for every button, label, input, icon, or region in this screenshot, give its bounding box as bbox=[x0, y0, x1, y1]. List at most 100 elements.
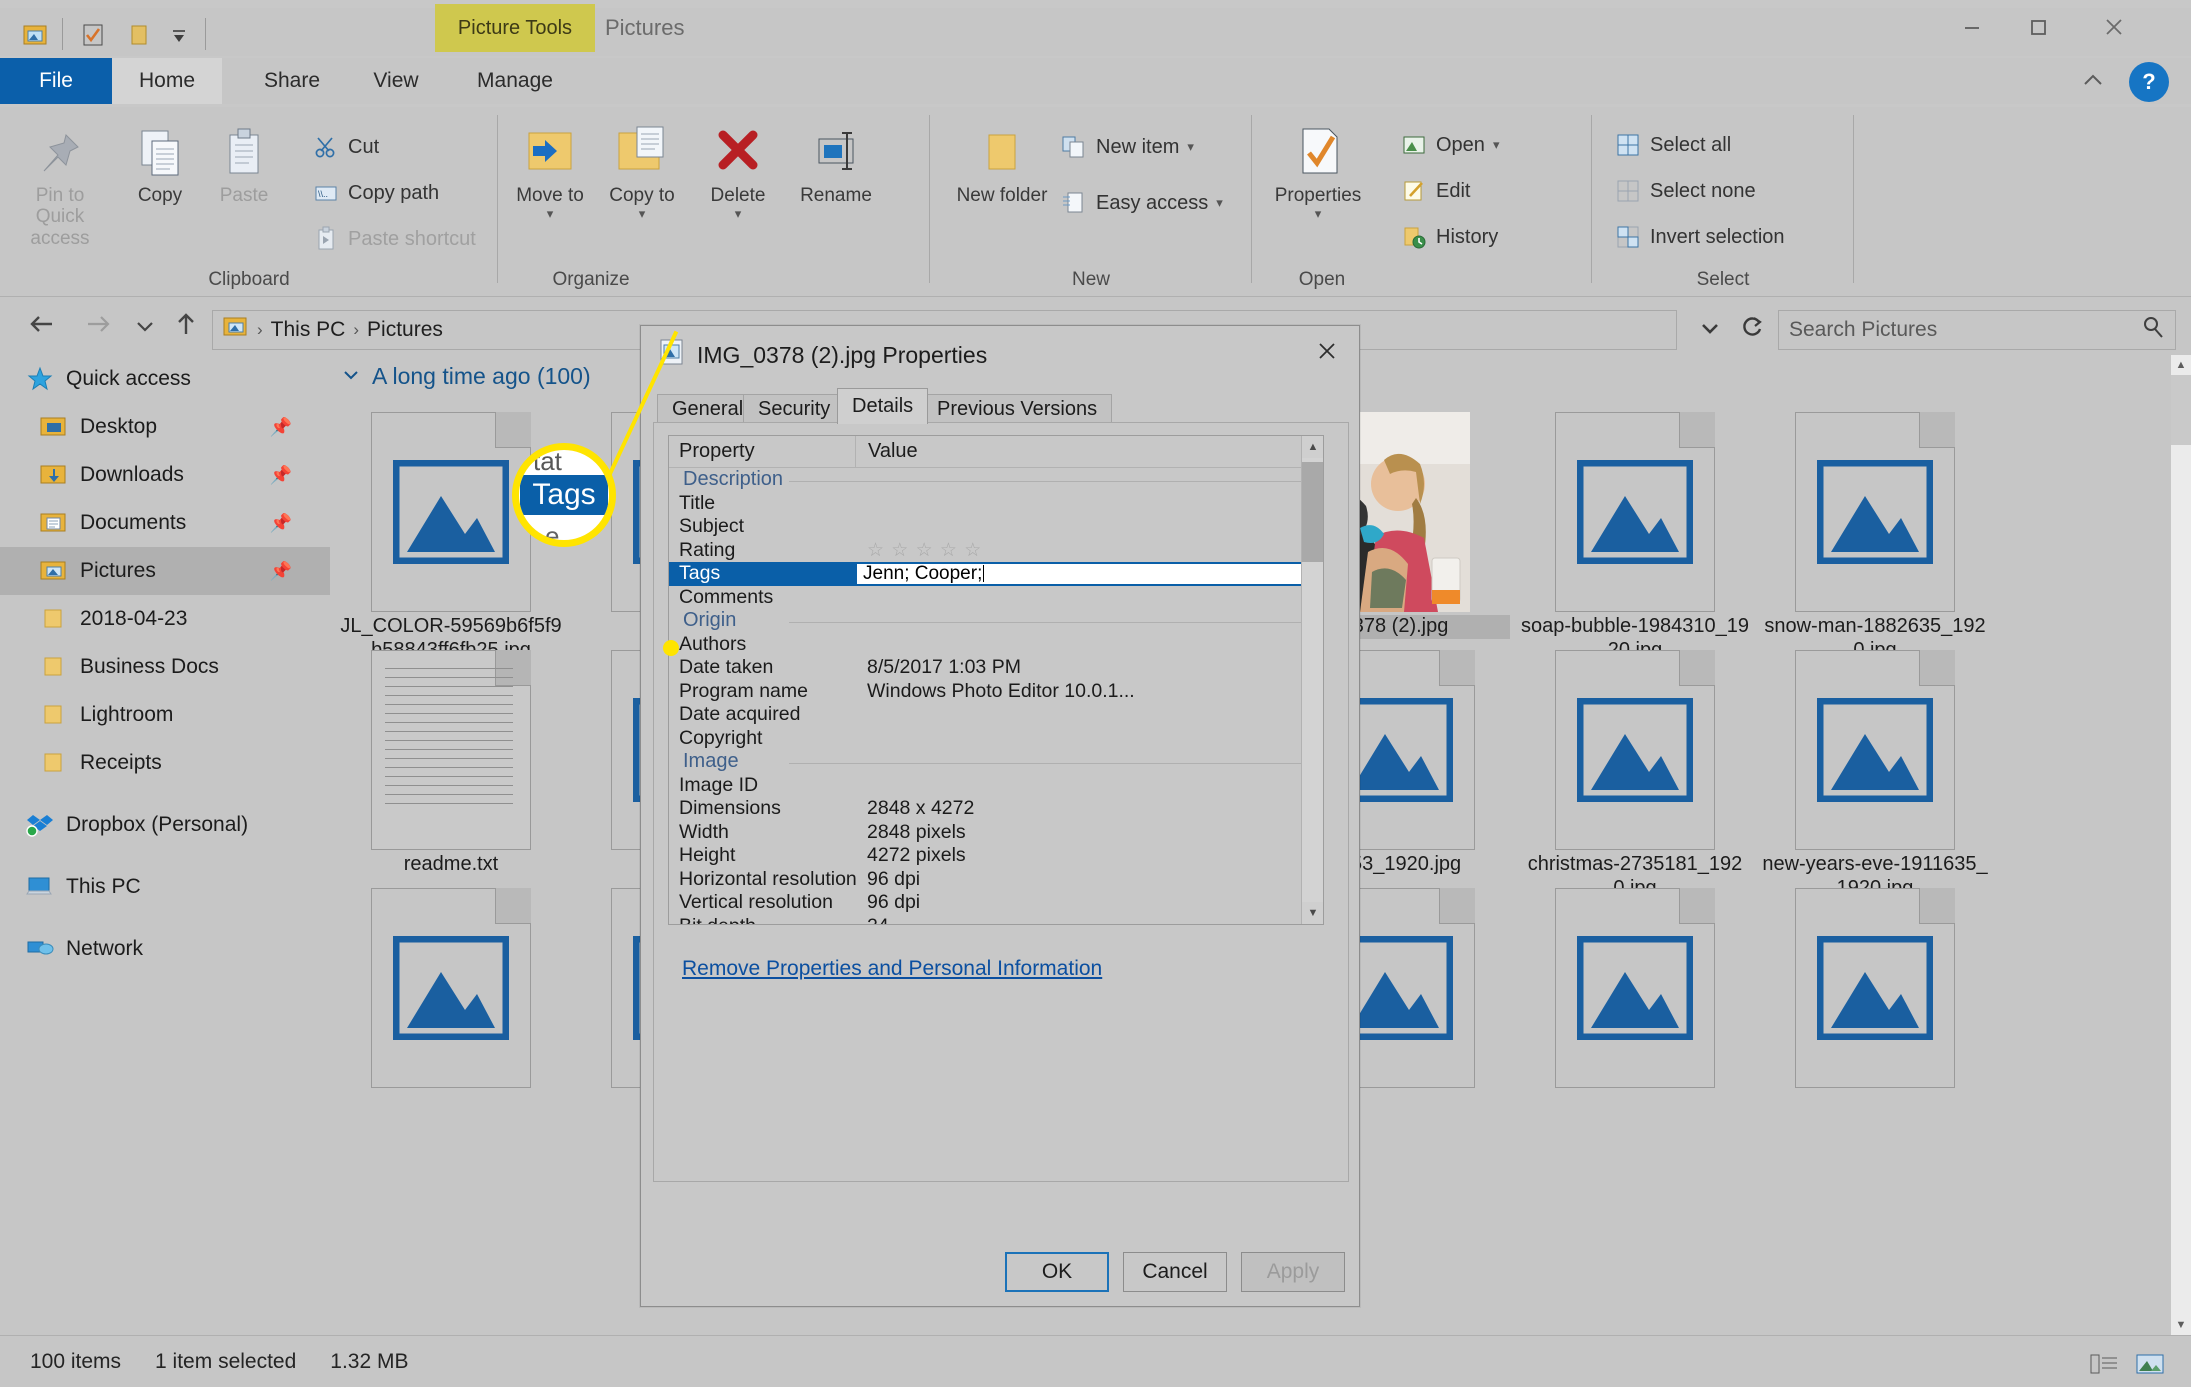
tab-previous-versions[interactable]: Previous Versions bbox=[922, 394, 1113, 424]
delete-button[interactable]: Delete ▾ bbox=[690, 115, 786, 222]
table-row-subject[interactable]: Subject bbox=[669, 515, 1323, 539]
history-button[interactable]: History bbox=[1400, 223, 1498, 251]
properties-dialog[interactable]: IMG_0378 (2).jpg Properties General Secu… bbox=[640, 325, 1360, 1307]
ribbon-tab-view[interactable]: View bbox=[348, 58, 444, 104]
properties-table[interactable]: Property Value Description Title Subject bbox=[668, 435, 1324, 925]
chevron-down-icon-group[interactable] bbox=[340, 363, 362, 390]
table-row-dimensions[interactable]: Dimensions 2848 x 4272 bbox=[669, 797, 1323, 821]
details-view-icon[interactable] bbox=[2089, 1351, 2119, 1377]
edit-button[interactable]: Edit bbox=[1400, 177, 1470, 205]
list-item[interactable]: soap-bubble-1984310_1920.jpg bbox=[1520, 412, 1750, 662]
scrollbar-thumb[interactable] bbox=[1302, 462, 1323, 562]
cut-button[interactable]: Cut bbox=[312, 133, 379, 161]
scrollbar-thumb[interactable] bbox=[2171, 375, 2191, 445]
collapse-ribbon-button[interactable] bbox=[2073, 62, 2113, 102]
table-row-program-name[interactable]: Program name Windows Photo Editor 10.0.1… bbox=[669, 680, 1323, 704]
navigation-pane[interactable]: Quick access Desktop 📌 Downloads 📌 Docum… bbox=[0, 355, 330, 1335]
apply-button[interactable]: Apply bbox=[1241, 1252, 1345, 1292]
properties-button[interactable]: Properties ▾ bbox=[1270, 115, 1366, 222]
properties-quick-icon[interactable] bbox=[80, 22, 106, 48]
tags-input[interactable]: Jenn; Cooper; bbox=[855, 562, 1315, 586]
maximize-button[interactable] bbox=[2007, 4, 2069, 50]
sidebar-item-quick-access[interactable]: Quick access bbox=[0, 355, 330, 403]
chevron-down-icon-6[interactable]: ▾ bbox=[1315, 206, 1322, 222]
ribbon-tab-share[interactable]: Share bbox=[238, 58, 346, 104]
pin-icon-documents[interactable]: 📌 bbox=[270, 513, 292, 534]
table-row-comments[interactable]: Comments bbox=[669, 586, 1323, 610]
address-dropdown-button[interactable] bbox=[1690, 310, 1730, 350]
search-icon[interactable] bbox=[2141, 315, 2165, 345]
pin-icon-downloads[interactable]: 📌 bbox=[270, 465, 292, 486]
scroll-up-icon[interactable]: ▲ bbox=[1302, 436, 1323, 458]
list-item[interactable]: christmas-2735181_1920.jpg bbox=[1520, 650, 1750, 900]
table-row-width[interactable]: Width 2848 pixels bbox=[669, 821, 1323, 845]
chevron-down-icon-3[interactable]: ▾ bbox=[735, 206, 742, 222]
table-row-height[interactable]: Height 4272 pixels bbox=[669, 844, 1323, 868]
table-row-image-id[interactable]: Image ID bbox=[669, 774, 1323, 798]
explorer-icon[interactable] bbox=[22, 22, 48, 48]
new-folder-quick-icon[interactable] bbox=[126, 22, 152, 48]
cancel-button[interactable]: Cancel bbox=[1123, 1252, 1227, 1292]
paste-button[interactable]: Paste bbox=[196, 115, 292, 206]
sidebar-item-documents[interactable]: Documents 📌 bbox=[0, 499, 330, 547]
tab-details[interactable]: Details bbox=[837, 388, 929, 424]
table-row-date-acquired[interactable]: Date acquired bbox=[669, 703, 1323, 727]
move-to-button[interactable]: Move to ▾ bbox=[502, 115, 598, 222]
table-row-title[interactable]: Title bbox=[669, 492, 1323, 516]
list-item[interactable]: readme.txt bbox=[336, 650, 566, 877]
new-folder-button[interactable]: New folder bbox=[954, 115, 1050, 206]
properties-scrollbar[interactable]: ▲ ▼ bbox=[1301, 436, 1323, 924]
open-button[interactable]: Open ▾ bbox=[1400, 131, 1499, 159]
table-row-bit-depth[interactable]: Bit depth 24 bbox=[669, 915, 1323, 924]
table-row-rating[interactable]: Rating ☆ ☆ ☆ ☆ ☆ bbox=[669, 539, 1323, 563]
forward-button[interactable] bbox=[78, 311, 118, 343]
invert-selection-button[interactable]: Invert selection bbox=[1614, 223, 1785, 251]
sidebar-item-downloads[interactable]: Downloads 📌 bbox=[0, 451, 330, 499]
ribbon-tab-file[interactable]: File bbox=[0, 58, 112, 104]
recent-locations-button[interactable] bbox=[128, 311, 162, 343]
pin-to-quick-access-button[interactable]: Pin to Quick access bbox=[12, 115, 108, 249]
table-row-horizontal-resolution[interactable]: Horizontal resolution 96 dpi bbox=[669, 868, 1323, 892]
pin-icon-desktop[interactable]: 📌 bbox=[270, 417, 292, 438]
table-row-date-taken[interactable]: Date taken 8/5/2017 1:03 PM bbox=[669, 656, 1323, 680]
breadcrumb-this-pc[interactable]: This PC bbox=[271, 318, 346, 342]
paste-shortcut-button[interactable]: Paste shortcut bbox=[312, 225, 476, 253]
list-item[interactable] bbox=[1520, 888, 1750, 1091]
ribbon-tab-manage[interactable]: Manage bbox=[444, 58, 586, 104]
sidebar-item-receipts[interactable]: Receipts bbox=[0, 739, 330, 787]
scroll-down-icon[interactable]: ▼ bbox=[1302, 902, 1323, 924]
back-button[interactable] bbox=[22, 311, 62, 343]
list-item[interactable] bbox=[336, 888, 566, 1091]
select-all-button[interactable]: Select all bbox=[1614, 131, 1731, 159]
pin-icon-pictures[interactable]: 📌 bbox=[270, 561, 292, 582]
copy-path-button[interactable]: \\.. Copy path bbox=[312, 179, 439, 207]
contextual-tab-picture-tools[interactable]: Picture Tools bbox=[435, 4, 595, 52]
large-icons-view-icon[interactable] bbox=[2135, 1351, 2165, 1377]
list-item[interactable] bbox=[1760, 888, 1990, 1091]
list-item[interactable]: snow-man-1882635_1920.jpg bbox=[1760, 412, 1990, 662]
sidebar-item-2018-04-23[interactable]: 2018-04-23 bbox=[0, 595, 330, 643]
sidebar-item-lightroom[interactable]: Lightroom bbox=[0, 691, 330, 739]
sidebar-item-this-pc[interactable]: This PC bbox=[0, 863, 330, 911]
scroll-up-icon[interactable]: ▲ bbox=[2171, 355, 2191, 375]
chevron-down-icon-2[interactable]: ▾ bbox=[639, 206, 646, 222]
copy-to-button[interactable]: Copy to ▾ bbox=[594, 115, 690, 222]
view-toggle-group[interactable] bbox=[2089, 1351, 2165, 1377]
chevron-down-icon-4[interactable]: ▾ bbox=[1187, 139, 1194, 155]
group-header[interactable]: A long time ago (100) bbox=[340, 363, 880, 390]
minimize-button[interactable] bbox=[1941, 4, 2003, 50]
table-row-authors[interactable]: Authors bbox=[669, 633, 1323, 657]
refresh-button[interactable] bbox=[1732, 310, 1772, 350]
sidebar-item-desktop[interactable]: Desktop 📌 bbox=[0, 403, 330, 451]
easy-access-button[interactable]: Easy access ▾ bbox=[1060, 189, 1223, 217]
remove-properties-link[interactable]: Remove Properties and Personal Informati… bbox=[682, 957, 1102, 981]
dialog-close-button[interactable] bbox=[1301, 330, 1353, 376]
new-item-button[interactable]: New item ▾ bbox=[1060, 133, 1194, 161]
chevron-down-icon-7[interactable]: ▾ bbox=[1493, 137, 1500, 153]
chevron-down-icon[interactable]: ▾ bbox=[547, 206, 554, 222]
scroll-down-icon[interactable]: ▼ bbox=[2171, 1315, 2191, 1335]
rename-button[interactable]: Rename bbox=[788, 115, 884, 206]
search-input[interactable]: Search Pictures bbox=[1778, 310, 2176, 350]
list-item[interactable]: new-years-eve-1911635_1920.jpg bbox=[1760, 650, 1990, 900]
sidebar-item-dropbox[interactable]: Dropbox (Personal) bbox=[0, 801, 330, 849]
